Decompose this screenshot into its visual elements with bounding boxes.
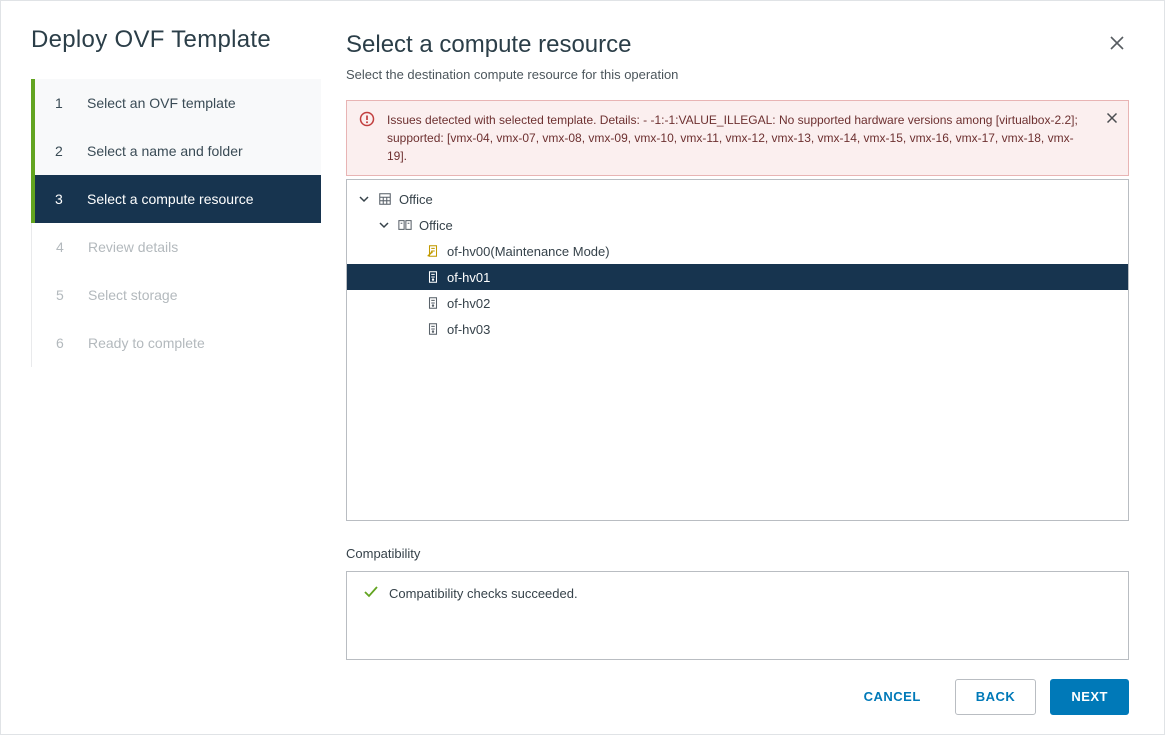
wizard-steps: 1 Select an OVF template 2 Select a name an… [31,79,321,367]
wizard-step-4: 4 Review details [32,223,321,271]
cluster-label: Office [419,218,453,233]
tree-host-1[interactable]: of-hv01 [347,264,1128,290]
close-button[interactable] [1105,31,1129,58]
host-label: of-hv03 [447,322,490,337]
tree-host-2[interactable]: of-hv02 [347,290,1128,316]
next-button[interactable]: NEXT [1050,679,1129,715]
modal-body: Deploy OVF Template 1 Select an OVF templ… [1,1,1164,660]
error-alert-text: Issues detected with selected template. … [387,113,1078,163]
chevron-down-icon[interactable] [377,220,391,230]
cancel-button[interactable]: CANCEL [844,679,941,715]
error-alert: Issues detected with selected template. … [346,100,1129,176]
host-maintenance-icon [425,244,441,258]
compatibility-success-row: Compatibility checks succeeded. [363,584,1112,603]
step-label: Ready to complete [88,335,205,351]
back-button[interactable]: BACK [955,679,1037,715]
page-title: Select a compute resource [346,31,631,59]
wizard-step-3[interactable]: 3 Select a compute resource [31,175,321,223]
wizard-sidebar: Deploy OVF Template 1 Select an OVF templ… [1,1,321,660]
host-label: of-hv02 [447,296,490,311]
check-icon [363,584,379,603]
close-icon [1106,113,1118,127]
step-label: Review details [88,239,178,255]
cluster-icon [397,218,413,232]
host-icon [425,322,441,336]
wizard-main: Select a compute resource Select the des… [321,1,1164,660]
page-subtitle: Select the destination compute resource … [346,67,1129,82]
tree-datacenter[interactable]: Office [347,186,1128,212]
host-label: of-hv00(Maintenance Mode) [447,244,610,259]
wizard-step-6: 6 Ready to complete [32,319,321,367]
host-icon [425,270,441,284]
datacenter-icon [377,192,393,206]
step-label: Select a compute resource [87,191,254,207]
step-label: Select a name and folder [87,143,243,159]
wizard-title: Deploy OVF Template [1,26,321,79]
alert-close-button[interactable] [1106,111,1118,129]
wizard-step-1[interactable]: 1 Select an OVF template [31,79,321,127]
step-number: 4 [56,239,74,255]
compatibility-panel: Compatibility checks succeeded. [346,571,1129,660]
chevron-down-icon[interactable] [357,194,371,204]
wizard-step-5: 5 Select storage [32,271,321,319]
step-label: Select an OVF template [87,95,236,111]
close-icon [1109,39,1125,54]
deploy-ovf-wizard-modal: Deploy OVF Template 1 Select an OVF templ… [0,0,1165,735]
tree-host-3[interactable]: of-hv03 [347,316,1128,342]
step-number: 1 [55,95,73,111]
compatibility-label: Compatibility [346,546,1129,561]
step-label: Select storage [88,287,178,303]
compatibility-message: Compatibility checks succeeded. [389,586,578,601]
step-number: 3 [55,191,73,207]
compute-resource-tree[interactable]: Office Office of-hv00(Maintenance Mode) of-… [346,179,1129,521]
host-label: of-hv01 [447,270,490,285]
host-icon [425,296,441,310]
step-number: 5 [56,287,74,303]
step-number: 6 [56,335,74,351]
datacenter-label: Office [399,192,433,207]
tree-cluster[interactable]: Office [347,212,1128,238]
error-icon [359,111,375,132]
wizard-footer: CANCEL BACK NEXT [1,660,1164,734]
step-number: 2 [55,143,73,159]
wizard-step-2[interactable]: 2 Select a name and folder [31,127,321,175]
tree-host-0[interactable]: of-hv00(Maintenance Mode) [347,238,1128,264]
